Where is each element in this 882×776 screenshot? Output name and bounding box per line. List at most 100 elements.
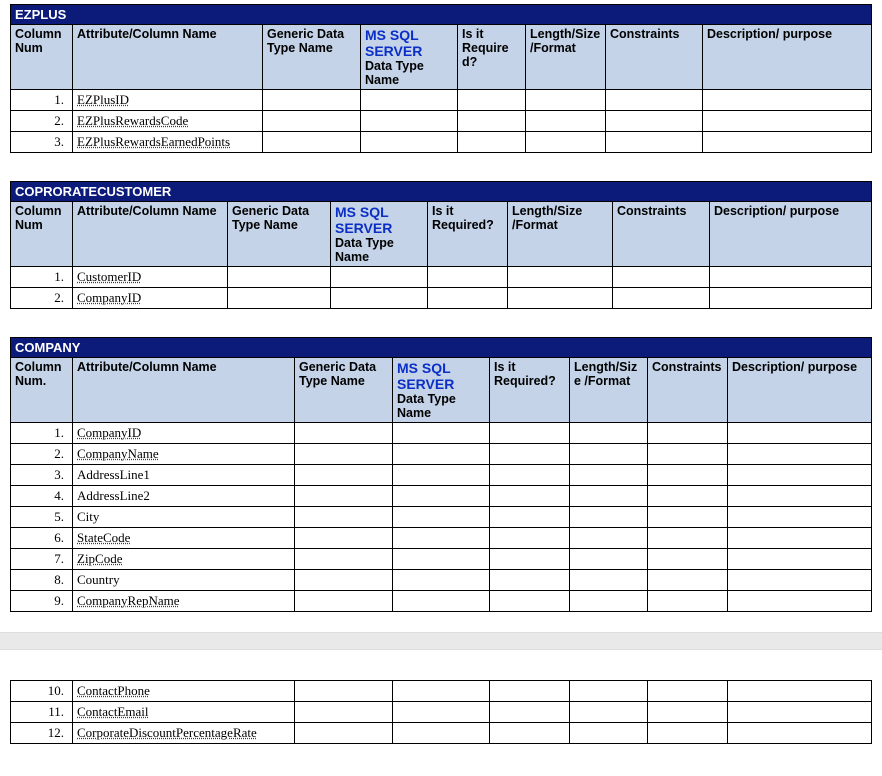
cell-empty bbox=[570, 486, 648, 507]
cell-column-num: 2. bbox=[11, 111, 73, 132]
cell-empty bbox=[710, 267, 872, 288]
cell-empty bbox=[393, 423, 490, 444]
cell-empty bbox=[728, 507, 872, 528]
cell-empty bbox=[648, 444, 728, 465]
cell-attribute-name: StateCode bbox=[73, 528, 295, 549]
cell-empty bbox=[728, 465, 872, 486]
table-row: 5.City bbox=[11, 507, 872, 528]
table-row: 1.CustomerID bbox=[11, 267, 872, 288]
table-row: 7.ZipCode bbox=[11, 549, 872, 570]
cell-empty bbox=[490, 465, 570, 486]
cell-empty bbox=[393, 465, 490, 486]
cell-empty bbox=[613, 288, 710, 309]
cell-column-num: 8. bbox=[11, 570, 73, 591]
hdr-generic: Generic Data Type Name bbox=[263, 25, 361, 90]
cell-empty bbox=[490, 723, 570, 744]
cell-attribute-name: AddressLine2 bbox=[73, 486, 295, 507]
table-header-row: Column Num. Attribute/Column Name Generi… bbox=[11, 358, 872, 423]
cell-attribute-name: CustomerID bbox=[73, 267, 228, 288]
cell-empty bbox=[393, 486, 490, 507]
cell-empty bbox=[263, 90, 361, 111]
cell-empty bbox=[606, 132, 703, 153]
cell-empty bbox=[393, 549, 490, 570]
cell-empty bbox=[728, 570, 872, 591]
hdr-mssql-label: MS SQL SERVER bbox=[335, 204, 392, 236]
table-row: 6.StateCode bbox=[11, 528, 872, 549]
cell-empty bbox=[295, 465, 393, 486]
cell-empty bbox=[295, 681, 393, 702]
hdr-constraints: Constraints bbox=[648, 358, 728, 423]
cell-empty bbox=[648, 723, 728, 744]
cell-empty bbox=[648, 528, 728, 549]
cell-empty bbox=[728, 549, 872, 570]
cell-empty bbox=[458, 111, 526, 132]
table-row: 8.Country bbox=[11, 570, 872, 591]
cell-attribute-name: ContactPhone bbox=[73, 681, 295, 702]
cell-empty bbox=[570, 570, 648, 591]
cell-empty bbox=[393, 570, 490, 591]
cell-empty bbox=[490, 528, 570, 549]
cell-empty bbox=[295, 591, 393, 612]
hdr-mssql-label: MS SQL SERVER bbox=[397, 360, 454, 392]
table-company: COMPANY Column Num. Attribute/Column Nam… bbox=[10, 337, 872, 612]
hdr-length: Length/Size /Format bbox=[508, 202, 613, 267]
cell-empty bbox=[295, 549, 393, 570]
cell-column-num: 2. bbox=[11, 444, 73, 465]
cell-attribute-name: EZPlusRewardsEarnedPoints bbox=[73, 132, 263, 153]
cell-empty bbox=[295, 723, 393, 744]
table-row: 12.CorporateDiscountPercentageRate bbox=[11, 723, 872, 744]
cell-empty bbox=[393, 507, 490, 528]
cell-attribute-name: CompanyName bbox=[73, 444, 295, 465]
cell-empty bbox=[648, 570, 728, 591]
cell-attribute-name: AddressLine1 bbox=[73, 465, 295, 486]
cell-empty bbox=[490, 591, 570, 612]
cell-column-num: 1. bbox=[11, 90, 73, 111]
table-title: COPRORATECUSTOMER bbox=[11, 182, 872, 202]
cell-attribute-name: CorporateDiscountPercentageRate bbox=[73, 723, 295, 744]
table-corporate-customer: COPRORATECUSTOMER Column Num Attribute/C… bbox=[10, 181, 872, 309]
cell-empty bbox=[570, 465, 648, 486]
cell-column-num: 10. bbox=[11, 681, 73, 702]
table-title: COMPANY bbox=[11, 338, 872, 358]
cell-empty bbox=[228, 267, 331, 288]
cell-attribute-name: CompanyID bbox=[73, 423, 295, 444]
table-row: 10.ContactPhone bbox=[11, 681, 872, 702]
cell-empty bbox=[648, 591, 728, 612]
hdr-constraints: Constraints bbox=[613, 202, 710, 267]
table-header-row: Column Num Attribute/Column Name Generic… bbox=[11, 202, 872, 267]
cell-empty bbox=[361, 90, 458, 111]
cell-column-num: 3. bbox=[11, 132, 73, 153]
cell-empty bbox=[570, 702, 648, 723]
cell-empty bbox=[263, 132, 361, 153]
table-title-row: EZPLUS bbox=[11, 5, 872, 25]
hdr-mssql-sub: Data Type Name bbox=[335, 236, 394, 264]
cell-attribute-name: EZPlusRewardsCode bbox=[73, 111, 263, 132]
hdr-description: Description/ purpose bbox=[728, 358, 872, 423]
table-header-row: Column Num Attribute/Column Name Generic… bbox=[11, 25, 872, 90]
cell-empty bbox=[728, 723, 872, 744]
table-row: 11.ContactEmail bbox=[11, 702, 872, 723]
cell-empty bbox=[263, 111, 361, 132]
cell-empty bbox=[228, 288, 331, 309]
table-row: 3.AddressLine1 bbox=[11, 465, 872, 486]
cell-empty bbox=[490, 681, 570, 702]
hdr-mssql-sub: Data Type Name bbox=[365, 59, 424, 87]
table-ezplus: EZPLUS Column Num Attribute/Column Name … bbox=[10, 4, 872, 153]
cell-empty bbox=[490, 702, 570, 723]
hdr-attribute: Attribute/Column Name bbox=[73, 202, 228, 267]
cell-empty bbox=[331, 288, 428, 309]
cell-empty bbox=[361, 111, 458, 132]
cell-empty bbox=[570, 549, 648, 570]
cell-empty bbox=[393, 702, 490, 723]
cell-column-num: 1. bbox=[11, 267, 73, 288]
cell-empty bbox=[526, 90, 606, 111]
cell-empty bbox=[648, 465, 728, 486]
cell-empty bbox=[295, 570, 393, 591]
cell-empty bbox=[295, 702, 393, 723]
table-row: 1.CompanyID bbox=[11, 423, 872, 444]
cell-empty bbox=[393, 681, 490, 702]
cell-empty bbox=[613, 267, 710, 288]
cell-empty bbox=[295, 486, 393, 507]
table-row: 2.CompanyName bbox=[11, 444, 872, 465]
cell-empty bbox=[490, 549, 570, 570]
